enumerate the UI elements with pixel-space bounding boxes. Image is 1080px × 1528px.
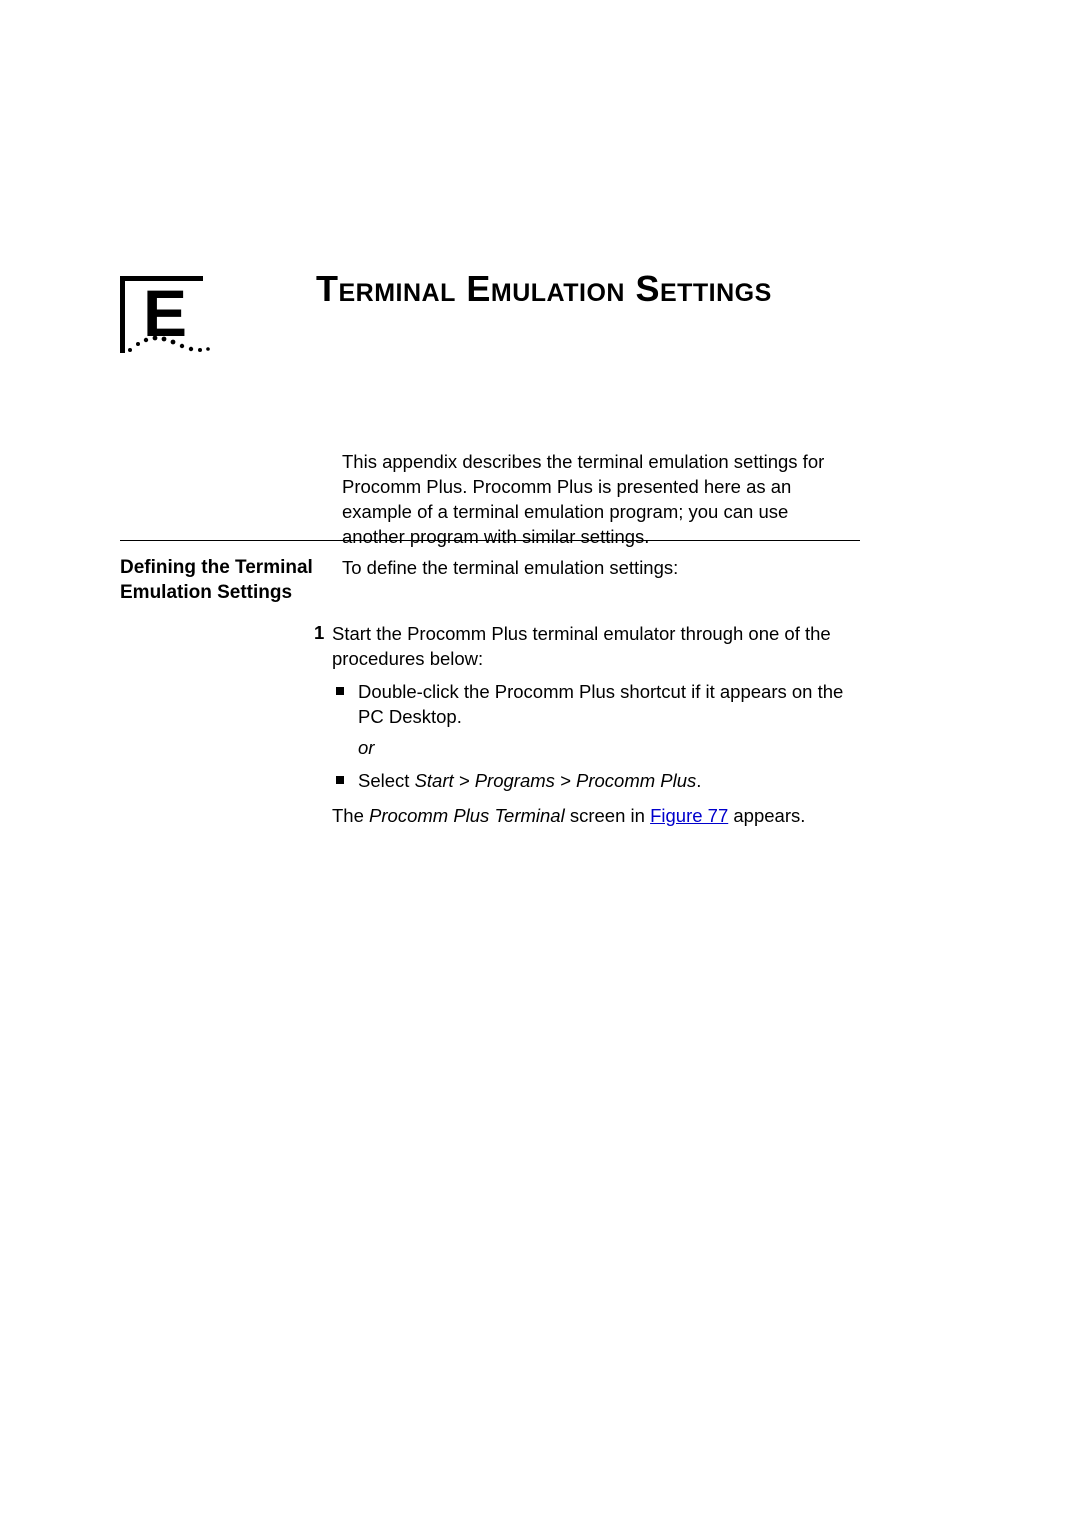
bullet-item: Select Start > Programs > Procomm Plus.: [332, 769, 860, 794]
step-text: Start the Procomm Plus terminal emulator…: [332, 622, 860, 672]
step-body: Start the Procomm Plus terminal emulator…: [332, 622, 860, 829]
intro-paragraph: This appendix describes the terminal emu…: [342, 450, 852, 550]
section-heading: Defining the Terminal Emulation Settings: [120, 556, 315, 605]
bullet-text: Select Start > Programs > Procomm Plus.: [358, 770, 701, 791]
bullet-text: Double-click the Procomm Plus shortcut i…: [358, 681, 843, 727]
bullet-suffix: .: [696, 770, 701, 791]
section-lead-in: To define the terminal emulation setting…: [342, 556, 852, 581]
page-title: Terminal Emulation Settings: [316, 268, 772, 310]
square-bullet-icon: [336, 687, 344, 695]
page: E Terminal Emulation Settings This appen…: [0, 0, 1080, 1528]
section-rule: [120, 540, 860, 541]
result-screen-name: Procomm Plus Terminal: [369, 805, 565, 826]
square-bullet-icon: [336, 776, 344, 784]
step-number: 1: [314, 622, 324, 644]
or-text: or: [358, 736, 860, 761]
result-suffix: appears.: [728, 805, 805, 826]
dots-arc-icon: [126, 334, 216, 358]
result-mid: screen in: [565, 805, 650, 826]
result-prefix: The: [332, 805, 369, 826]
figure-link[interactable]: Figure 77: [650, 805, 728, 826]
appendix-icon: E: [120, 276, 220, 376]
bullet-item: Double-click the Procomm Plus shortcut i…: [332, 680, 860, 730]
bullet-path: Start > Programs > Procomm Plus: [415, 770, 697, 791]
step-result: The Procomm Plus Terminal screen in Figu…: [332, 804, 860, 829]
bullet-prefix: Select: [358, 770, 415, 791]
